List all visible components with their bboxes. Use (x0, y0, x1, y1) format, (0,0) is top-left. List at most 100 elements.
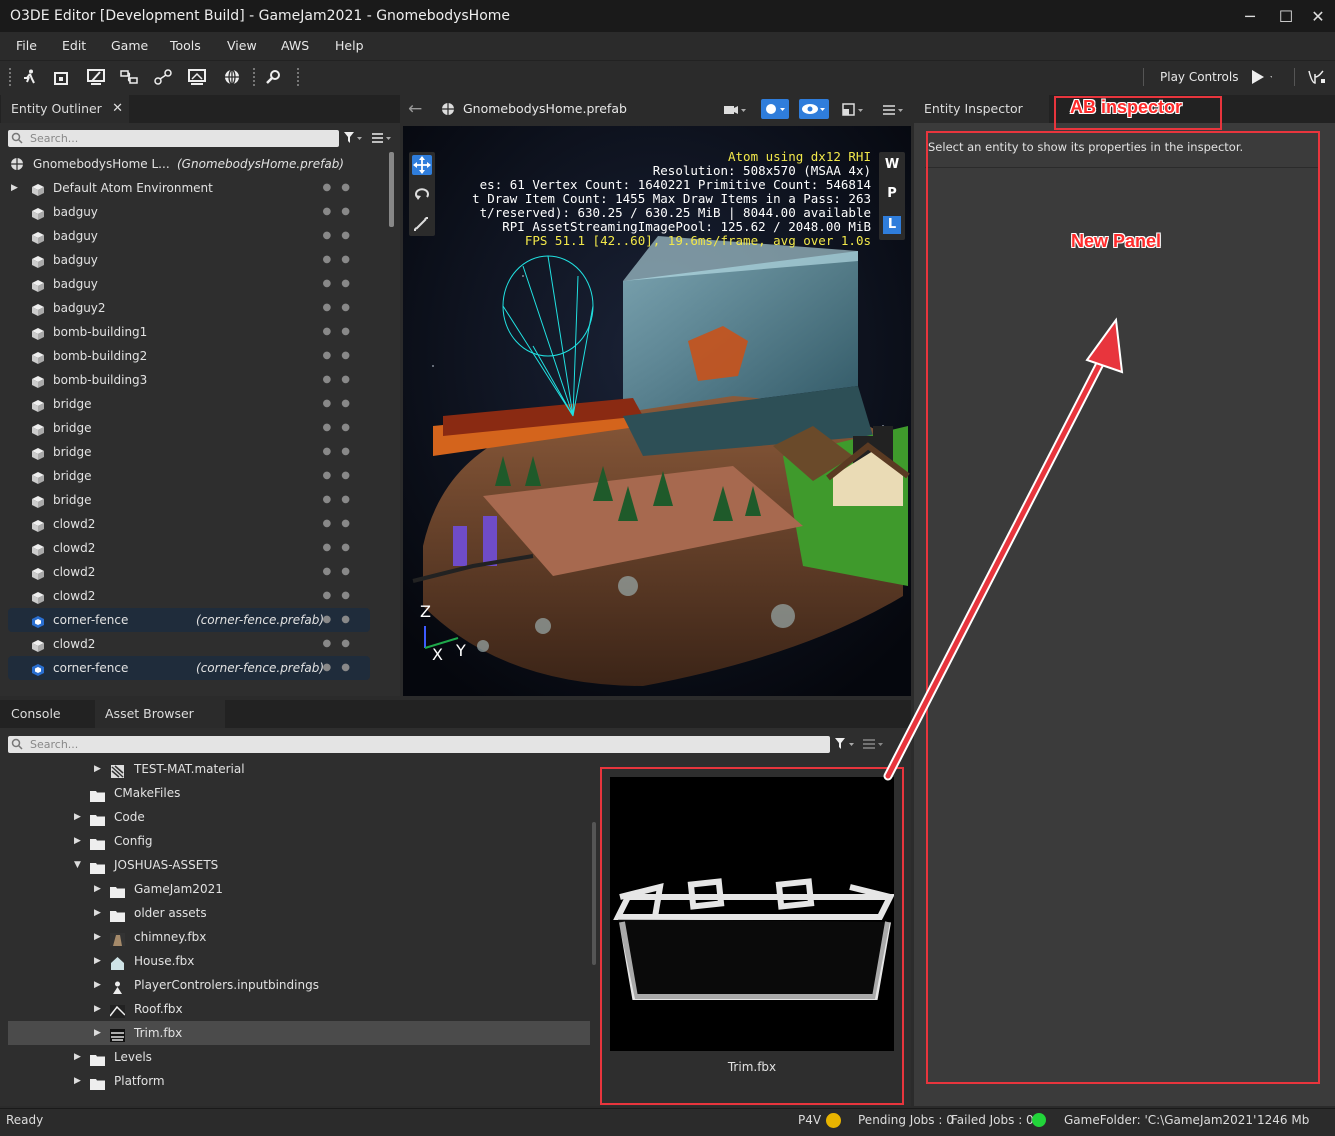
asset-row[interactable]: ▶ TEST-MAT.material (0, 757, 590, 781)
visibility-lock-toggles[interactable]: ●● (323, 392, 360, 416)
expand-arrow-icon[interactable]: ▶ (74, 829, 81, 853)
folder-row[interactable]: ▶ Platform (0, 1069, 590, 1093)
folder-row[interactable]: ▶ Code (0, 805, 590, 829)
visibility-lock-toggles[interactable]: ●● (323, 584, 360, 608)
outliner-row[interactable]: clowd2 ●● (8, 632, 370, 656)
visibility-lock-toggles[interactable]: ●● (323, 416, 360, 440)
visibility-lock-toggles[interactable]: ●● (323, 632, 360, 656)
asset-row[interactable]: ▶ House.fbx (0, 949, 590, 973)
outliner-row[interactable]: badguy2 ●● (8, 296, 370, 320)
play-button[interactable] (1250, 66, 1272, 88)
outliner-row[interactable]: bomb-building3 ●● (8, 368, 370, 392)
debug-view-button[interactable] (761, 99, 789, 119)
visibility-lock-toggles[interactable]: ●● (323, 440, 360, 464)
move-tool-icon[interactable] (412, 155, 432, 175)
visibility-lock-toggles[interactable]: ●● (323, 176, 360, 200)
landscape-canvas-icon[interactable] (152, 66, 174, 88)
menu-aws[interactable]: AWS (281, 32, 309, 60)
menu-help[interactable]: Help (335, 32, 364, 60)
tab-asset-browser[interactable]: Asset Browser (95, 700, 225, 728)
asset-editor-icon[interactable] (50, 66, 72, 88)
camera-icon[interactable] (723, 103, 747, 120)
visibility-lock-toggles[interactable]: ●● (323, 560, 360, 584)
tab-entity-inspector[interactable]: Entity Inspector (914, 95, 1049, 123)
asset-search-input[interactable]: Search... (8, 736, 830, 753)
outliner-row[interactable]: ▶ Default Atom Environment ●● (8, 176, 370, 200)
visibility-lock-toggles[interactable]: ●● (323, 248, 360, 272)
toolbar-grip[interactable] (9, 68, 11, 86)
expand-arrow-icon[interactable]: ▶ (94, 901, 101, 925)
visibility-lock-toggles[interactable]: ●● (323, 536, 360, 560)
filter-icon[interactable] (343, 131, 363, 148)
close-window-button[interactable]: ✕ (1300, 0, 1335, 32)
world-space-button[interactable]: W (883, 156, 901, 174)
visibility-lock-toggles[interactable]: ●● (323, 512, 360, 536)
expand-arrow-icon[interactable]: ▶ (74, 805, 81, 829)
outliner-row[interactable]: bridge ●● (8, 488, 370, 512)
folder-row[interactable]: ▼ JOSHUAS-ASSETS (0, 853, 590, 877)
visibility-eye-button[interactable] (799, 99, 829, 119)
expand-arrow-icon[interactable]: ▶ (94, 1021, 101, 1045)
menu-tools[interactable]: Tools (170, 32, 201, 60)
menu-options-icon[interactable] (371, 131, 393, 148)
outliner-row[interactable]: clowd2 ●● (8, 536, 370, 560)
outliner-row[interactable]: clowd2 ●● (8, 560, 370, 584)
visibility-lock-toggles[interactable]: ●● (323, 464, 360, 488)
visibility-lock-toggles[interactable]: ●● (323, 656, 360, 680)
expand-arrow-icon[interactable]: ▶ (94, 877, 101, 901)
expand-arrow-icon[interactable]: ▶ (94, 757, 101, 781)
outliner-root-label[interactable]: GnomebodysHome L... (33, 152, 170, 176)
outliner-row[interactable]: corner-fence (corner-fence.prefab) ●● (8, 608, 370, 632)
globe-icon[interactable] (221, 66, 243, 88)
visibility-lock-toggles[interactable]: ●● (323, 200, 360, 224)
visibility-lock-toggles[interactable]: ●● (323, 224, 360, 248)
folder-row[interactable]: ▶ Levels (0, 1045, 590, 1069)
expand-arrow-icon[interactable]: ▶ (11, 176, 18, 200)
asset-row[interactable]: ▶ Trim.fbx (0, 1021, 590, 1045)
outliner-row[interactable]: bridge ●● (8, 464, 370, 488)
outliner-row[interactable]: bridge ●● (8, 392, 370, 416)
run-icon[interactable] (18, 66, 40, 88)
menu-view[interactable]: View (227, 32, 257, 60)
outliner-row[interactable]: bridge ●● (8, 440, 370, 464)
collapse-arrow-icon[interactable]: ▼ (74, 853, 81, 877)
visibility-lock-toggles[interactable]: ●● (323, 320, 360, 344)
close-icon[interactable]: ✕ (112, 95, 123, 123)
ui-editor-icon[interactable] (186, 66, 208, 88)
expand-arrow-icon[interactable]: ▶ (94, 925, 101, 949)
menu-game[interactable]: Game (111, 32, 148, 60)
folder-row[interactable]: ▶ Config (0, 829, 590, 853)
search-tool-icon[interactable] (262, 66, 284, 88)
visibility-lock-toggles[interactable]: ●● (323, 488, 360, 512)
outliner-row[interactable]: bridge ●● (8, 416, 370, 440)
expand-arrow-icon[interactable]: ▶ (94, 949, 101, 973)
maximize-button[interactable]: ☐ (1268, 0, 1304, 32)
material-editor-icon[interactable] (85, 66, 107, 88)
tab-console[interactable]: Console (1, 700, 93, 728)
expand-arrow-icon[interactable]: ▶ (74, 1045, 81, 1069)
visibility-lock-toggles[interactable]: ●● (323, 272, 360, 296)
expand-arrow-icon[interactable]: ▶ (94, 997, 101, 1021)
outliner-row[interactable]: corner-fence (corner-fence.prefab) ●● (8, 656, 370, 680)
outliner-search-input[interactable]: Search... (8, 130, 339, 147)
p4v-status-icon[interactable] (826, 1113, 841, 1128)
visibility-lock-toggles[interactable]: ●● (323, 344, 360, 368)
folder-row[interactable]: ▶ GameJam2021 (0, 877, 590, 901)
asset-row[interactable]: ▶ chimney.fbx (0, 925, 590, 949)
visibility-lock-toggles[interactable]: ●● (323, 368, 360, 392)
outliner-row[interactable]: badguy ●● (8, 224, 370, 248)
asset-tree-scrollbar[interactable] (592, 822, 596, 965)
back-arrow-icon[interactable]: ← (408, 99, 422, 119)
expand-arrow-icon[interactable]: ▶ (94, 973, 101, 997)
script-canvas-icon[interactable] (118, 66, 140, 88)
profiler-icon[interactable] (1306, 66, 1328, 88)
outliner-row[interactable]: badguy ●● (8, 200, 370, 224)
asset-filter-icon[interactable] (834, 737, 858, 754)
minimize-button[interactable]: ─ (1232, 0, 1268, 32)
viewport-options-icon[interactable] (882, 103, 908, 120)
asset-row[interactable]: ▶ Roof.fbx (0, 997, 590, 1021)
outliner-row[interactable]: clowd2 ●● (8, 512, 370, 536)
outliner-row[interactable]: bomb-building1 ●● (8, 320, 370, 344)
resolution-icon[interactable] (842, 103, 866, 120)
local-space-button[interactable]: L (883, 216, 901, 234)
